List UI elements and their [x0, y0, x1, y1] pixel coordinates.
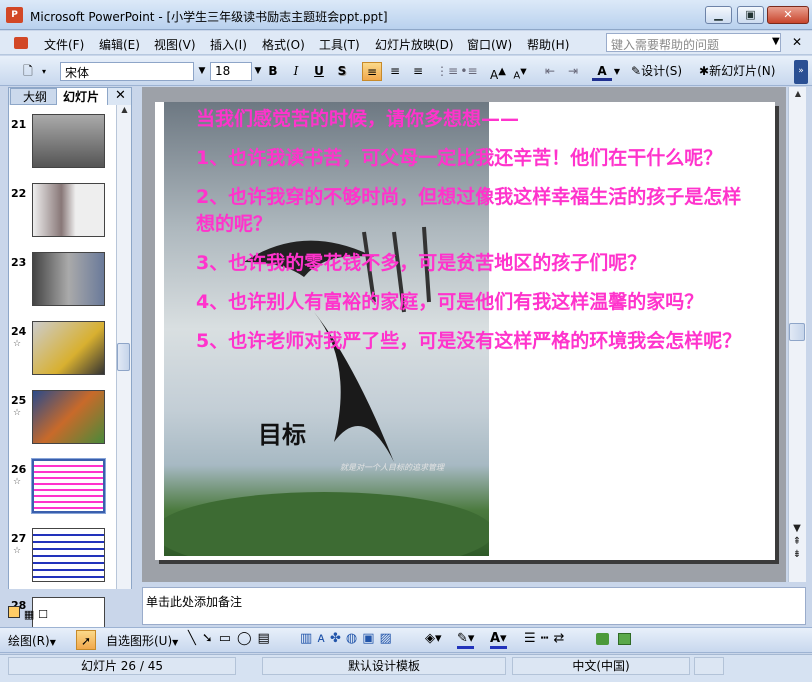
font-size-select[interactable]: 18 [210, 62, 252, 81]
close-pane-icon[interactable]: ✕ [115, 88, 126, 103]
slide-thumbnail-25[interactable] [32, 390, 105, 444]
menu-format[interactable]: 格式(O) [262, 36, 305, 53]
select-pointer-icon[interactable]: ➚ [76, 630, 96, 650]
slide-number: 24 [11, 325, 27, 338]
slide-paragraph-3: 3、也许我的零花钱不多，可是贫苦地区的孩子们呢？ [196, 252, 647, 274]
menu-edit[interactable]: 编辑(E) [99, 36, 140, 53]
toolbar-options-icon[interactable]: ▾ [38, 62, 50, 81]
status-language: 中文(中国) [512, 657, 690, 675]
slide-number: 23 [11, 256, 27, 269]
slide-image-caption: 目标 [258, 420, 306, 449]
fill-color-icon[interactable]: ◈▾ [425, 631, 442, 646]
scroll-up-icon[interactable]: ▲ [117, 105, 132, 114]
doc-icon[interactable] [14, 37, 28, 49]
shadow-button[interactable]: S [332, 62, 352, 81]
view-buttons[interactable]: ▦ ☐ [8, 606, 48, 621]
animation-star-icon: ☆ [13, 546, 22, 556]
menu-help[interactable]: 帮助(H) [527, 36, 569, 53]
powerpoint-app-icon[interactable]: P [6, 7, 23, 23]
slide-paragraph-1: 1、也许我读书苦，可父母一定比我还辛苦！他们在干什么呢？ [196, 147, 723, 169]
animation-star-icon: ☆ [13, 477, 22, 487]
underline-button[interactable]: U [309, 62, 329, 81]
slide-thumbnail-26[interactable] [31, 458, 106, 514]
normal-view-icon[interactable] [8, 606, 20, 618]
slide-paragraph-5: 5、也许老师对我严了些，可是没有这样严格的环境我会怎样呢？ [196, 330, 742, 352]
toolbar-overflow-icon[interactable]: » [794, 60, 808, 84]
notes-pane[interactable]: 单击此处添加备注 [142, 587, 806, 625]
window-title: Microsoft PowerPoint - [小学生三年级读书励志主题班会pp… [30, 10, 388, 24]
slide-scroll-thumb[interactable] [789, 323, 805, 341]
animation-star-icon: ☆ [13, 408, 22, 418]
slide-number: 22 [11, 187, 27, 200]
tab-slides[interactable]: 幻灯片 [56, 87, 108, 105]
status-template: 默认设计模板 [262, 657, 506, 675]
slide-heading: 当我们感觉苦的时候，请你多想想—— [196, 108, 520, 130]
menu-window[interactable]: 窗口(W) [467, 36, 512, 53]
slide-thumbnail-23[interactable] [32, 252, 105, 306]
decrease-indent-icon[interactable]: ⇤ [540, 62, 560, 81]
slide-paragraph-4: 4、也许别人有富裕的家庭，可是他们有我这样温馨的家吗？ [196, 291, 704, 313]
slide-number: 25 [11, 394, 27, 407]
slide-text-box[interactable]: 当我们感觉苦的时候，请你多想想—— 1、也许我读书苦，可父母一定比我还辛苦！他们… [196, 106, 746, 355]
slide-thumbnail-24[interactable] [32, 321, 105, 375]
animation-star-icon: ☆ [13, 339, 22, 349]
minimize-button[interactable]: ▁ [705, 6, 732, 24]
shadow-style-icon[interactable] [596, 633, 609, 645]
align-center-icon[interactable]: ≡ [385, 62, 405, 81]
text-color-icon[interactable]: A▾ [490, 631, 507, 649]
help-search-input[interactable]: 键入需要帮助的问题 [606, 33, 781, 52]
font-color-icon[interactable]: A [592, 62, 612, 81]
autoshapes-menu-button[interactable]: 自选图形(U)▼ [106, 632, 178, 649]
slide-number: 27 [11, 532, 27, 545]
italic-button[interactable]: I [286, 62, 306, 81]
bold-button[interactable]: B [263, 62, 283, 81]
slide-thumbnail-22[interactable] [32, 183, 105, 237]
status-empty [694, 657, 724, 675]
align-right-icon[interactable]: ≡ [408, 62, 428, 81]
font-dropdown-icon[interactable]: ▼ [196, 62, 208, 81]
slide-thumbnail-21[interactable] [32, 114, 105, 168]
increase-font-icon[interactable]: A▲ [488, 62, 508, 82]
bullets-icon[interactable]: •≡ [459, 62, 479, 81]
menu-insert[interactable]: 插入(I) [210, 36, 247, 53]
shape-tools[interactable]: ╲➘▭◯▤ [188, 631, 276, 646]
slide-image-subtitle: 就是对一个人目标的追求管理 [340, 463, 444, 472]
close-document-icon[interactable]: ✕ [792, 35, 802, 49]
scroll-nav-icons[interactable]: ▼ ⇞ ⇟ [790, 522, 804, 561]
numbering-icon[interactable]: ⋮≡ [436, 62, 458, 81]
slide-number: 26 [11, 463, 27, 476]
thumbnail-scroll-thumb[interactable] [117, 343, 130, 371]
slide-paragraph-2: 2、也许我穿的不够时尚，但想过像我这样幸福生活的孩子是怎样想的呢？ [196, 186, 742, 235]
design-button[interactable]: ✎设计(S) [631, 62, 682, 79]
decrease-font-icon[interactable]: A▼ [510, 62, 530, 81]
slide-number: 21 [11, 118, 27, 131]
close-button[interactable]: ✕ [767, 6, 809, 24]
3d-style-icon[interactable] [618, 633, 631, 645]
slide-thumbnail-27[interactable] [32, 528, 105, 582]
line-style-tools[interactable]: ☰┅⇄ [524, 631, 569, 646]
new-slide-button[interactable]: ✱新幻灯片(N) [699, 62, 775, 79]
slide-sorter-icon[interactable]: ▦ [24, 608, 34, 621]
line-color-icon[interactable]: ✎▾ [457, 631, 475, 649]
insert-object-tools[interactable]: ▥ᴀ✤◍▣▨ [300, 631, 397, 646]
menu-slideshow[interactable]: 幻灯片放映(D) [375, 36, 454, 53]
menu-file[interactable]: 文件(F) [44, 36, 84, 53]
align-left-icon[interactable]: ≡ [362, 62, 382, 81]
tab-outline[interactable]: 大纲 [10, 88, 58, 105]
slideshow-view-icon[interactable]: ☐ [38, 608, 48, 621]
status-slide-count: 幻灯片 26 / 45 [8, 657, 236, 675]
increase-indent-icon[interactable]: ⇥ [563, 62, 583, 81]
draw-menu-button[interactable]: 绘图(R)▼ [8, 632, 56, 649]
font-color-dropdown-icon[interactable]: ▼ [612, 62, 622, 81]
notes-placeholder: 单击此处添加备注 [146, 595, 243, 609]
new-document-icon[interactable]: 🗋 [18, 62, 38, 81]
design-icon: ✎ [631, 64, 642, 78]
font-name-select[interactable]: 宋体 [60, 62, 194, 81]
menu-tools[interactable]: 工具(T) [319, 36, 360, 53]
scroll-up-icon[interactable]: ▲ [789, 89, 807, 98]
new-slide-icon: ✱ [699, 64, 710, 78]
menu-view[interactable]: 视图(V) [154, 36, 196, 53]
maximize-button[interactable]: ▣ [737, 6, 764, 24]
chevron-down-icon[interactable]: ▼ [772, 36, 780, 47]
